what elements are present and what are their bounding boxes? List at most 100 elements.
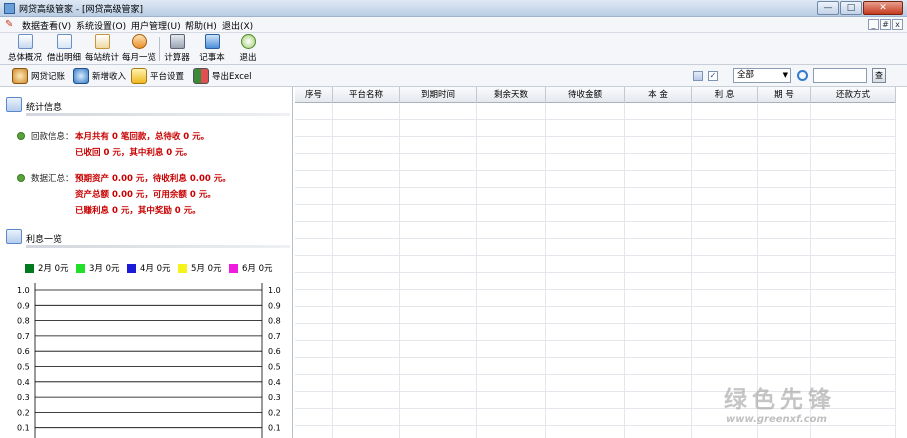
summary-line-2: 资产总额 0.00 元，可用余额 0 元。 <box>75 190 216 200</box>
users-icon <box>73 68 89 84</box>
interest-section-header: 利息一览 <box>6 229 290 248</box>
monthly-overview-label: 每月一览 <box>121 53 156 63</box>
y-tick-label-left: 0.9 <box>17 301 30 310</box>
y-tick-label-right: 1.0 <box>268 286 281 295</box>
filter-select[interactable]: 全部 ▼ <box>733 68 791 83</box>
app-menu-icon[interactable]: ✎ <box>5 19 16 30</box>
mdi-controls: _ # x <box>867 19 903 30</box>
y-tick-label-left: 0.7 <box>17 332 30 341</box>
toolbar-separator <box>159 37 160 61</box>
check-icon <box>17 132 25 140</box>
legend-label: 6月 0元 <box>242 264 273 274</box>
menu-data-view[interactable]: 数据查看(V) <box>22 19 71 32</box>
menu-help[interactable]: 帮助(H) <box>185 19 217 32</box>
legend-swatch <box>25 263 34 273</box>
calculator-button[interactable]: 计算器 <box>162 34 192 64</box>
export-excel-label: 导出Excel <box>212 72 252 82</box>
exit-label: 退出 <box>239 53 257 63</box>
summary-label: 数据汇总： <box>31 174 74 184</box>
interest-title: 利息一览 <box>26 235 63 245</box>
exit-button[interactable]: 退出 <box>233 34 263 64</box>
legend-item: 2月 0元 <box>25 262 69 274</box>
main-toolbar: 总体概况 借出明细 每站统计 每月一览 计算器 记事本 退出 <box>0 33 907 65</box>
y-tick-label-right: 0.9 <box>268 301 281 310</box>
exit-icon <box>240 34 256 49</box>
mdi-close-button[interactable]: x <box>892 19 903 30</box>
y-tick-label-right: 0.2 <box>268 408 281 417</box>
lending-detail-button[interactable]: 借出明细 <box>45 34 83 64</box>
p2p-bookkeeping-button[interactable]: 网贷记账 <box>12 67 65 85</box>
column-header[interactable]: 剩余天数 <box>477 87 546 103</box>
legend-swatch <box>178 263 187 273</box>
notepad-button[interactable]: 记事本 <box>197 34 227 64</box>
legend-label: 2月 0元 <box>38 264 69 274</box>
legend-item: 4月 0元 <box>127 262 171 274</box>
column-header[interactable]: 待收金额 <box>546 87 625 103</box>
legend-swatch <box>229 263 238 273</box>
chevron-down-icon: ▼ <box>782 71 788 79</box>
minimize-button[interactable]: — <box>817 1 839 15</box>
site-stats-button[interactable]: 每站统计 <box>83 34 121 64</box>
column-header[interactable]: 序号 <box>295 87 333 103</box>
table-header: 序号 平台名称 到期时间 剩余天数 待收金额本 金利 息期 号还款方式 <box>295 87 896 103</box>
notepad-label: 记事本 <box>199 53 225 63</box>
filter-select-value: 全部 <box>737 70 755 80</box>
close-button[interactable]: ✕ <box>863 1 903 15</box>
y-tick-label-left: 0.6 <box>17 347 30 356</box>
window-controls: — □ ✕ <box>816 1 903 15</box>
add-income-button[interactable]: 新增收入 <box>73 67 126 85</box>
section-divider <box>26 113 290 116</box>
window-title: 网贷高级管家 - [网贷高级管家] <box>19 5 143 15</box>
filter-checkbox[interactable]: ✓ <box>708 71 718 81</box>
y-tick-label-right: 0.6 <box>268 347 281 356</box>
menu-user-management[interactable]: 用户管理(U) <box>131 19 181 32</box>
legend-swatch <box>76 263 85 273</box>
stats-icon <box>6 97 22 112</box>
menu-settings[interactable]: 系统设置(O) <box>76 19 126 32</box>
column-header[interactable]: 平台名称 <box>333 87 400 103</box>
y-tick-label-right: 0.5 <box>268 363 281 372</box>
title-bar: 网贷高级管家 - [网贷高级管家] — □ ✕ <box>0 0 907 17</box>
notepad-icon <box>204 34 220 49</box>
y-tick-label-right: 0.7 <box>268 332 281 341</box>
maximize-button[interactable]: □ <box>840 1 862 15</box>
p2p-bookkeeping-label: 网贷记账 <box>31 72 66 82</box>
y-tick-label-left: 0.2 <box>17 408 30 417</box>
interest-icon <box>6 229 22 244</box>
search-input[interactable] <box>813 68 867 83</box>
menu-exit[interactable]: 退出(X) <box>222 19 253 32</box>
left-panel: 统计信息 回款信息： 本月共有 0 笔回款，总待收 0 元。 已收回 0 元，其… <box>0 87 293 438</box>
column-header[interactable]: 利 息 <box>692 87 758 103</box>
column-header[interactable]: 本 金 <box>625 87 692 103</box>
search-icon <box>797 70 808 81</box>
monthly-overview-icon <box>131 34 147 49</box>
search-button[interactable]: 查 <box>872 68 886 83</box>
summary-line-1: 预期资产 0.00 元，待收利息 0.00 元。 <box>75 174 231 184</box>
mdi-minimize-button[interactable]: _ <box>868 19 879 30</box>
overview-button[interactable]: 总体概况 <box>6 34 44 64</box>
monthly-overview-button[interactable]: 每月一览 <box>120 34 158 64</box>
y-tick-label-right: 0.8 <box>268 317 281 326</box>
column-header[interactable]: 到期时间 <box>400 87 477 103</box>
column-header[interactable]: 还款方式 <box>811 87 896 103</box>
y-tick-label-left: 0.4 <box>17 378 30 387</box>
export-excel-button[interactable]: 导出Excel <box>193 67 252 85</box>
watermark: 绿色先锋 www.greenxf.com <box>724 380 892 425</box>
site-stats-label: 每站统计 <box>84 53 119 63</box>
repay-info-row: 回款信息： <box>17 130 74 142</box>
chart-svg: 1.0 1.0 0.9 0.9 0.8 0.8 0.7 0.7 0.6 0.6 0.5 0.5 0.4 0… <box>17 283 281 438</box>
stats-title: 统计信息 <box>26 103 63 113</box>
mdi-restore-button[interactable]: # <box>880 19 891 30</box>
check-icon <box>17 174 25 182</box>
legend-label: 4月 0元 <box>140 264 171 274</box>
repay-line-1: 本月共有 0 笔回款，总待收 0 元。 <box>75 132 210 142</box>
list-view-icon[interactable] <box>693 71 703 81</box>
column-header[interactable]: 期 号 <box>758 87 811 103</box>
house-icon <box>131 68 147 84</box>
y-tick-label-left: 1.0 <box>17 286 30 295</box>
repay-line-2: 已收回 0 元，其中利息 0 元。 <box>75 148 193 158</box>
people-icon <box>12 68 28 84</box>
y-tick-label-left: 0.3 <box>17 393 30 402</box>
legend-label: 5月 0元 <box>191 264 222 274</box>
platform-settings-button[interactable]: 平台设置 <box>131 67 184 85</box>
